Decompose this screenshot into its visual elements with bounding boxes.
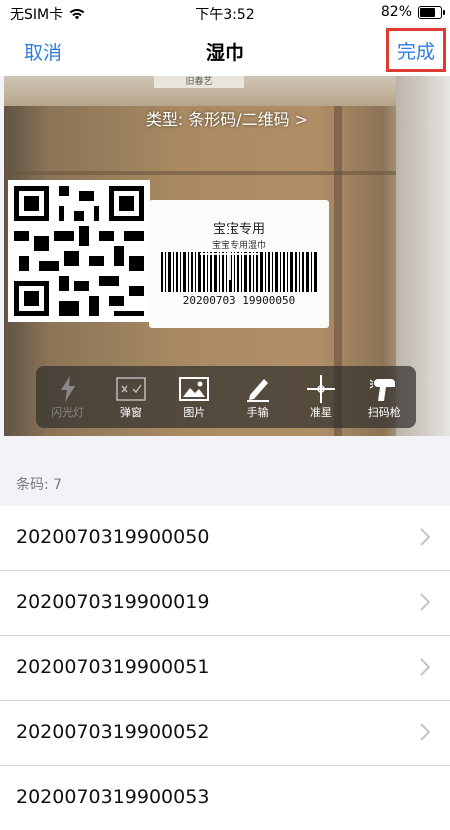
qr-code-icon bbox=[14, 186, 144, 316]
done-button[interactable]: 完成 bbox=[386, 28, 446, 72]
navigation-bar: 取消 湿巾 完成 bbox=[0, 26, 450, 76]
chevron-right-icon bbox=[420, 658, 430, 676]
scanner-toolbar: 闪光灯 弹窗 图片 手输 准星 扫码枪 bbox=[36, 366, 416, 428]
tool-image[interactable]: 图片 bbox=[164, 374, 224, 420]
scanner-gun-icon bbox=[368, 374, 400, 404]
page-title: 湿巾 bbox=[205, 42, 244, 64]
qr-code-image bbox=[8, 180, 150, 322]
barcode-count: 条码: 7 bbox=[16, 477, 63, 493]
status-bar: 无SIM卡 下午3:52 82% bbox=[0, 0, 450, 26]
battery-group: 82% bbox=[380, 4, 445, 20]
camera-preview[interactable]: 旧春艺 类型: 条形码/二维码 > 宝宝专用 宝宝专用湿巾 20200703 1… bbox=[4, 76, 450, 436]
list-item[interactable]: 2020070319900053 bbox=[0, 766, 450, 830]
tool-scanner-gun[interactable]: 扫码枪 bbox=[354, 374, 414, 420]
label-number: 20200703 19900050 bbox=[182, 294, 296, 307]
tool-label: 手输 bbox=[246, 406, 269, 419]
tool-label: 图片 bbox=[183, 406, 206, 419]
barcode-list: 2020070319900050 2020070319900019 202007… bbox=[0, 506, 450, 830]
tool-label: 弹窗 bbox=[119, 406, 142, 419]
barcode-icon bbox=[161, 252, 317, 292]
label-subtitle: 宝宝专用湿巾 bbox=[211, 241, 266, 251]
barcode-value: 2020070319900051 bbox=[16, 656, 210, 678]
chevron-right-icon bbox=[420, 528, 430, 546]
box-seam bbox=[4, 171, 450, 175]
barcode-value: 2020070319900050 bbox=[16, 526, 210, 548]
background-label: 旧春艺 bbox=[154, 76, 244, 88]
tool-label: 扫码枪 bbox=[367, 406, 401, 419]
done-button-label: 完成 bbox=[396, 40, 435, 63]
tool-manual-input[interactable]: 手输 bbox=[228, 374, 288, 420]
list-item[interactable]: 2020070319900051 bbox=[0, 636, 450, 701]
list-item[interactable]: 2020070319900052 bbox=[0, 701, 450, 766]
crosshair-icon bbox=[305, 374, 337, 404]
tool-crosshair[interactable]: 准星 bbox=[291, 374, 351, 420]
battery-percent: 82% bbox=[380, 4, 412, 20]
tool-label: 闪光灯 bbox=[51, 406, 85, 419]
battery-icon bbox=[418, 5, 445, 19]
chevron-right-icon bbox=[420, 723, 430, 741]
chevron-right-icon bbox=[420, 593, 430, 611]
crosshair-vertical bbox=[229, 224, 231, 280]
pen-icon bbox=[242, 374, 274, 404]
list-item[interactable]: 2020070319900050 bbox=[0, 506, 450, 571]
image-icon bbox=[178, 374, 210, 404]
battery-level bbox=[420, 7, 435, 17]
tool-popup[interactable]: 弹窗 bbox=[101, 374, 161, 420]
popup-icon bbox=[115, 374, 147, 404]
scan-type-selector[interactable]: 类型: 条形码/二维码 > bbox=[4, 106, 450, 130]
label-title: 宝宝专用 bbox=[212, 222, 265, 237]
barcode-value: 2020070319900052 bbox=[16, 721, 210, 743]
product-label: 宝宝专用 宝宝专用湿巾 20200703 19900050 bbox=[149, 200, 329, 328]
tool-flash[interactable]: 闪光灯 bbox=[38, 374, 98, 420]
list-item[interactable]: 2020070319900019 bbox=[0, 571, 450, 636]
barcode-value: 2020070319900053 bbox=[16, 786, 210, 808]
barcode-value: 2020070319900019 bbox=[16, 591, 210, 613]
tool-label: 准星 bbox=[309, 406, 332, 419]
flash-icon bbox=[52, 374, 84, 404]
